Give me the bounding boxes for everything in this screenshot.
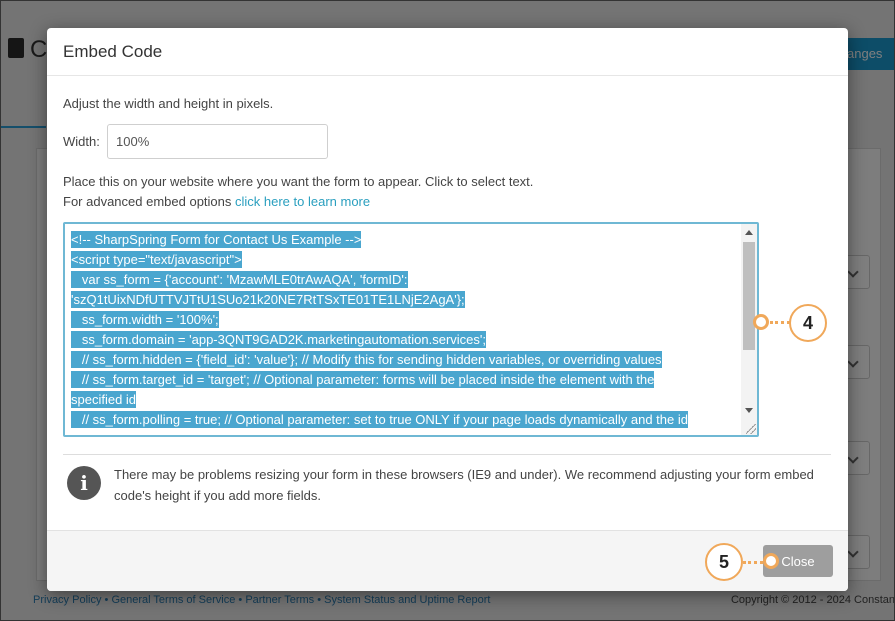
code-line: <script type="text/javascript">: [71, 251, 242, 268]
code-line: specified id: [71, 391, 137, 408]
width-label: Width:: [63, 134, 100, 149]
code-line: ss_form.width = '100%';: [71, 311, 219, 328]
advanced-options-text: For advanced embed options click here to…: [63, 194, 370, 209]
callout-marker-5: 5: [705, 543, 743, 581]
code-line: <!-- SharpSpring Form for Contact Us Exa…: [71, 231, 362, 248]
callout-anchor-ring: [753, 314, 769, 330]
modal-title: Embed Code: [63, 42, 163, 61]
callout-anchor-ring: [763, 553, 779, 569]
resize-grip-icon[interactable]: [746, 424, 756, 434]
info-icon: i: [67, 466, 101, 500]
scroll-thumb[interactable]: [743, 242, 755, 350]
size-instruction: Adjust the width and height in pixels.: [63, 96, 274, 111]
code-line: var ss_form = {'account': 'MzawMLE0trAwA…: [71, 271, 408, 288]
callout-connector: [743, 561, 763, 564]
divider: [63, 454, 831, 455]
advanced-options-prefix: For advanced embed options: [63, 194, 235, 209]
width-input[interactable]: [107, 124, 328, 159]
code-line: ss_form.domain = 'app-3QNT9GAD2K.marketi…: [71, 331, 486, 348]
learn-more-link[interactable]: click here to learn more: [235, 194, 370, 209]
code-line: // ss_form.target_id = 'target'; // Opti…: [71, 371, 655, 388]
modal-header: Embed Code: [47, 28, 848, 76]
callout-connector: [770, 321, 790, 324]
embed-code-content: <!-- SharpSpring Form for Contact Us Exa…: [71, 230, 739, 430]
scroll-up-arrow-icon[interactable]: [745, 230, 753, 235]
code-scrollbar[interactable]: [741, 224, 757, 435]
code-line: 'szQ1tUixNDfUTTVJTtU1SUo21k20NE7RtTSxTE0…: [71, 291, 465, 308]
code-line: // ss_form.hidden = {'field_id': 'value'…: [71, 351, 662, 368]
place-instruction: Place this on your website where you wan…: [63, 174, 534, 189]
code-line: // ss_form.polling = true; // Optional p…: [71, 411, 688, 428]
callout-marker-4: 4: [789, 304, 827, 342]
info-message: There may be problems resizing your form…: [114, 467, 814, 503]
embed-code-textarea[interactable]: <!-- SharpSpring Form for Contact Us Exa…: [63, 222, 759, 437]
embed-code-modal: Embed Code Adjust the width and height i…: [47, 28, 848, 591]
scroll-down-arrow-icon[interactable]: [745, 408, 753, 413]
